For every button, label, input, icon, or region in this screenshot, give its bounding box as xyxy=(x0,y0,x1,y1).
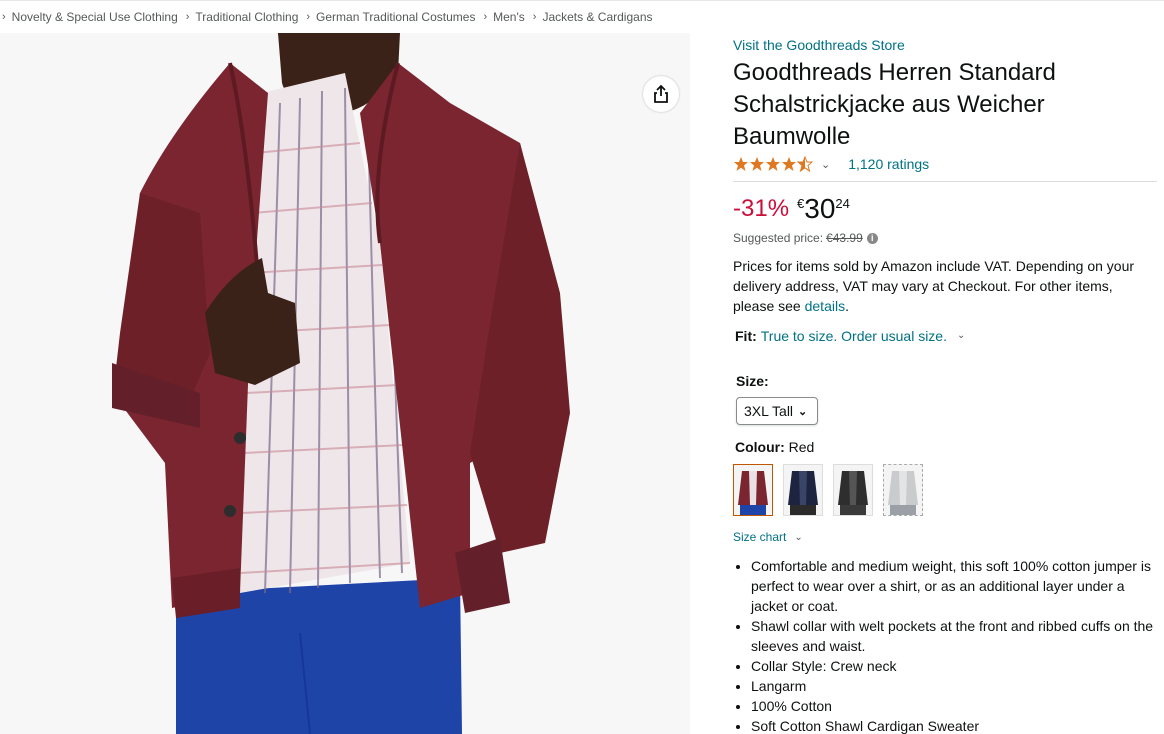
product-details: Visit the Goodthreads Store Goodthreads … xyxy=(733,33,1157,734)
share-icon xyxy=(654,84,668,103)
suggested-price: Suggested price: €43.99 i xyxy=(733,230,1157,246)
price-whole: 30 xyxy=(804,193,836,224)
breadcrumb-link[interactable]: Traditional Clothing xyxy=(195,10,298,24)
fit-label: Fit: xyxy=(735,328,757,344)
breadcrumb-link[interactable]: Novelty & Special Use Clothing xyxy=(12,10,178,24)
divider xyxy=(733,181,1157,182)
price-block: -31% € 30 24 xyxy=(733,193,1157,225)
swatch-charcoal[interactable] xyxy=(833,464,873,516)
breadcrumb-item[interactable]: › Traditional Clothing xyxy=(186,10,307,24)
vat-text: Prices for items sold by Amazon include … xyxy=(733,258,1135,314)
size-selected-value: 3XL Tall xyxy=(744,403,794,419)
star-rating[interactable] xyxy=(733,156,813,172)
chevron-down-icon: ⌄ xyxy=(794,531,803,543)
list-item: Shawl collar with welt pockets at the fr… xyxy=(751,616,1157,656)
product-photo-illustration xyxy=(112,33,570,734)
size-chart-link[interactable]: Size chart ⌄ xyxy=(733,530,1157,544)
size-dropdown[interactable]: 3XL Tall ⌄ xyxy=(736,397,818,425)
chevron-right-icon: › xyxy=(532,10,537,23)
colour-value: Red xyxy=(788,439,815,455)
breadcrumb-link[interactable]: Men's xyxy=(493,10,525,24)
size-label: Size: xyxy=(736,373,769,389)
colour-selection: Colour: Red xyxy=(735,437,1157,457)
swatch-image xyxy=(834,465,872,515)
price-currency: € xyxy=(797,196,805,211)
chevron-right-icon: › xyxy=(483,10,488,23)
breadcrumb-link[interactable]: German Traditional Costumes xyxy=(316,10,475,24)
chevron-right-icon: › xyxy=(306,10,311,23)
swatch-image xyxy=(784,465,822,515)
suggested-price-label: Suggested price: xyxy=(733,231,824,245)
chevron-down-icon: ⌄ xyxy=(798,405,808,418)
details-link[interactable]: details xyxy=(805,298,845,314)
chevron-right-icon: › xyxy=(2,10,6,23)
breadcrumb: › Novelty & Special Use Clothing › Traditi… xyxy=(0,0,1164,32)
rating-row: ⌄ 1,120 ratings xyxy=(733,154,1157,174)
vat-end: . xyxy=(845,298,849,314)
star-full-icon xyxy=(750,157,764,171)
fit-value[interactable]: True to size. Order usual size. xyxy=(761,326,947,346)
ratings-count-link[interactable]: 1,120 ratings xyxy=(848,156,929,172)
chevron-down-icon[interactable]: ⌄ xyxy=(957,326,965,346)
swatch-light-grey[interactable] xyxy=(883,464,923,516)
colour-swatches xyxy=(733,464,1157,516)
breadcrumb-item[interactable]: › Novelty & Special Use Clothing xyxy=(2,10,186,24)
chevron-down-icon[interactable]: ⌄ xyxy=(821,158,830,171)
star-full-icon xyxy=(734,157,748,171)
swatch-image xyxy=(884,465,922,515)
list-item: 100% Cotton xyxy=(751,696,1157,716)
breadcrumb-item[interactable]: › Jackets & Cardigans xyxy=(533,10,661,24)
product-title: Goodthreads Herren Standard Schalstrickj… xyxy=(733,59,1056,150)
breadcrumb-item[interactable]: › German Traditional Costumes xyxy=(306,10,483,24)
vat-notice: Prices for items sold by Amazon include … xyxy=(733,256,1153,316)
star-full-icon xyxy=(782,157,796,171)
feature-bullets: Comfortable and medium weight, this soft… xyxy=(751,556,1157,734)
size-chart-label[interactable]: Size chart xyxy=(733,530,786,544)
colour-label: Colour: xyxy=(735,439,785,455)
star-half-icon xyxy=(797,156,813,172)
chevron-right-icon: › xyxy=(185,10,190,23)
swatch-image xyxy=(734,465,772,515)
swatch-navy[interactable] xyxy=(783,464,823,516)
breadcrumb-link[interactable]: Jackets & Cardigans xyxy=(542,10,652,24)
suggested-price-value: €43.99 xyxy=(826,231,863,245)
list-item: Collar Style: Crew neck xyxy=(751,656,1157,676)
list-item: Soft Cotton Shawl Cardigan Sweater xyxy=(751,716,1157,734)
list-item: Comfortable and medium weight, this soft… xyxy=(751,556,1157,616)
product-image[interactable] xyxy=(0,33,690,734)
star-full-icon xyxy=(766,157,780,171)
info-icon[interactable]: i xyxy=(866,232,878,244)
list-item: Langarm xyxy=(751,676,1157,696)
discount-percentage: -31% xyxy=(733,195,790,222)
share-button[interactable] xyxy=(643,76,679,112)
breadcrumb-item[interactable]: › Men's xyxy=(483,10,532,24)
fit-recommendation[interactable]: Fit: True to size. Order usual size. ⌄ xyxy=(733,326,1157,346)
swatch-red[interactable] xyxy=(733,464,773,516)
store-link[interactable]: Visit the Goodthreads Store xyxy=(733,35,1157,55)
price-fraction: 24 xyxy=(835,196,850,211)
